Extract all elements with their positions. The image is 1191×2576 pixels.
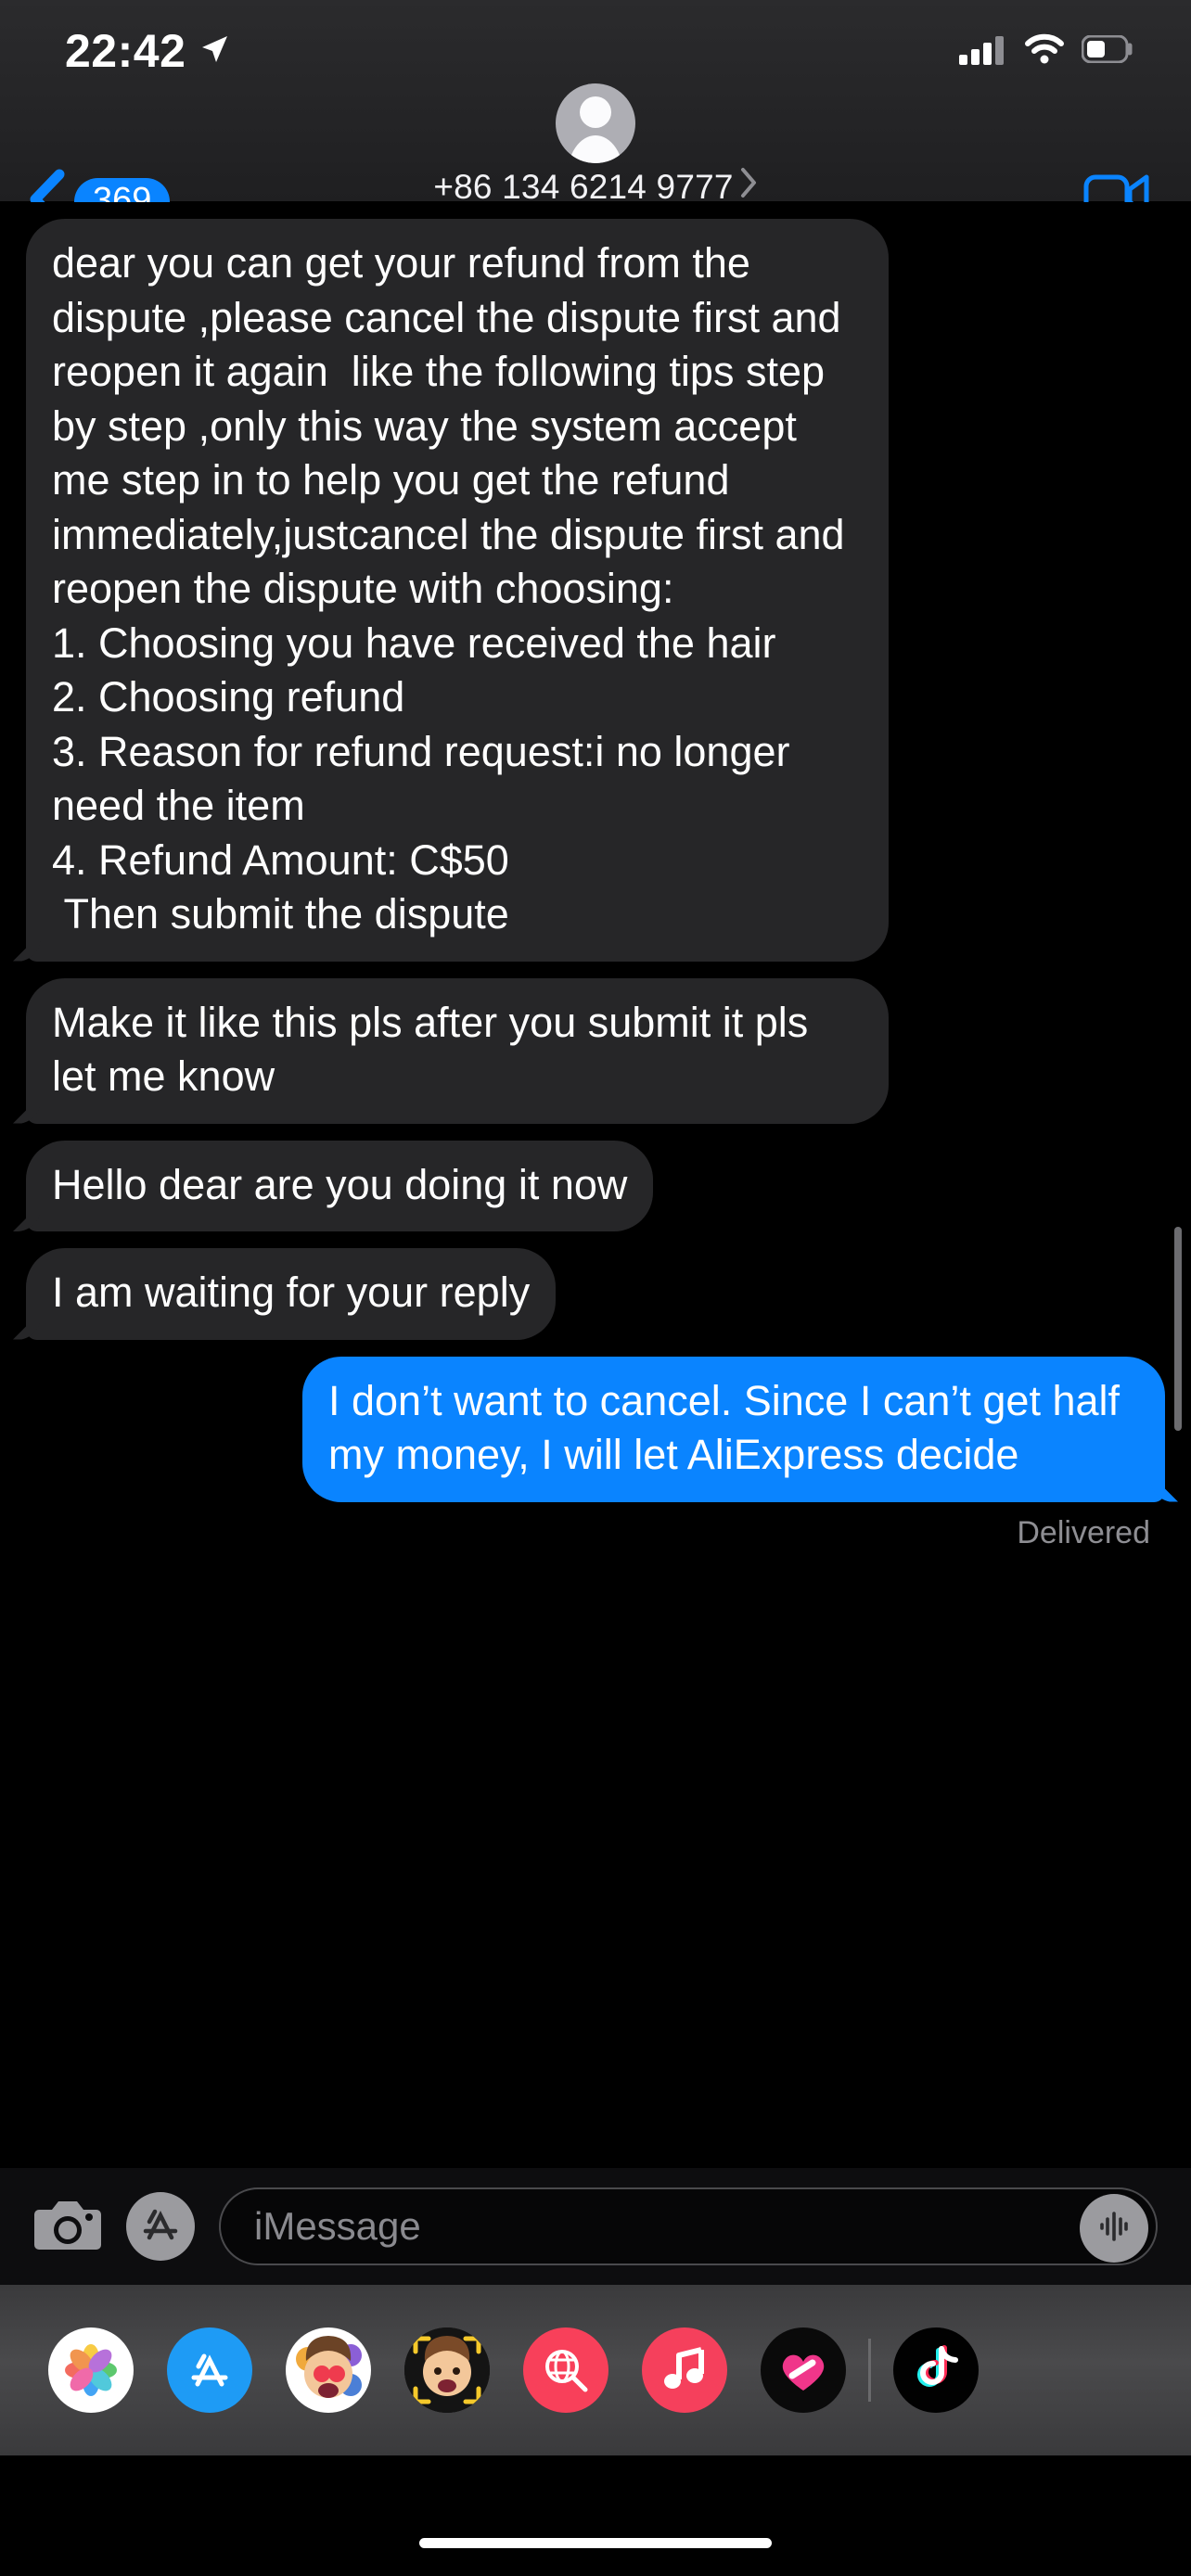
dock-divider [868,2339,871,2402]
dock-item-memoji[interactable] [388,2285,506,2455]
audio-waveform-icon [1093,2205,1135,2252]
message-input-bar: iMessage [0,2168,1191,2285]
camera-icon [33,2195,102,2259]
scroll-indicator[interactable] [1174,1227,1182,1431]
status-bar-right [959,33,1133,70]
chevron-right-icon [739,167,758,207]
wifi-icon [1024,33,1065,70]
status-bar-left: 22:42 [65,24,230,78]
message-bubble-incoming[interactable]: Hello dear are you doing it now [26,1141,653,1232]
dock-item-apple-pay[interactable] [744,2285,863,2455]
tiktok-app-icon [893,2327,979,2413]
apple-pay-app-icon [761,2327,846,2413]
dock-item-photos[interactable] [32,2285,150,2455]
message-thread[interactable]: dear you can get your refund from the di… [0,202,1191,2168]
message-bubble-outgoing[interactable]: I don’t want to cancel. Since I can’t ge… [302,1357,1165,1502]
dock-item-images[interactable] [506,2285,625,2455]
message-bubble-incoming[interactable]: Make it like this pls after you submit i… [26,978,889,1124]
message-bubble-incoming[interactable]: I am waiting for your reply [26,1248,556,1340]
cellular-bars-icon [959,33,1007,70]
dock-item-apple-music[interactable] [625,2285,744,2455]
audio-message-button[interactable] [1080,2194,1148,2263]
message-input-field[interactable]: iMessage [219,2187,1158,2265]
memoji-app-icon [404,2327,490,2413]
dock-item-tiktok[interactable] [877,2285,995,2455]
apple-music-app-icon [642,2327,727,2413]
message-bubble-incoming[interactable]: dear you can get your refund from the di… [26,219,889,962]
battery-icon [1082,35,1133,68]
message-row: dear you can get your refund from the di… [0,219,1191,962]
contact-name: +86 134 6214 9777 [433,168,733,207]
dock-item-app-store[interactable] [150,2285,269,2455]
dock-item-memoji-stickers[interactable] [269,2285,388,2455]
delivery-status: Delivered [0,1515,1191,1551]
message-row: I don’t want to cancel. Since I can’t ge… [0,1357,1191,1502]
imessage-app-dock[interactable] [0,2285,1191,2455]
app-store-app-icon [167,2327,252,2413]
app-store-icon [136,2200,185,2253]
location-arrow-icon [198,33,230,70]
status-time: 22:42 [65,24,186,78]
message-input-placeholder: iMessage [254,2204,421,2249]
status-bar: 22:42 [0,0,1191,102]
contact-name-row[interactable]: +86 134 6214 9777 [433,167,757,207]
camera-button[interactable] [33,2192,102,2261]
message-row: Make it like this pls after you submit i… [0,978,1191,1124]
apps-button[interactable] [126,2192,195,2261]
imessage-conversation-screen: 369 +86 134 6214 9777 [0,0,1191,2576]
memoji-stickers-app-icon [286,2327,371,2413]
home-indicator[interactable] [419,2538,772,2548]
images-app-icon [523,2327,608,2413]
message-row: Hello dear are you doing it now [0,1141,1191,1232]
message-row: I am waiting for your reply [0,1248,1191,1340]
photos-app-icon [48,2327,134,2413]
